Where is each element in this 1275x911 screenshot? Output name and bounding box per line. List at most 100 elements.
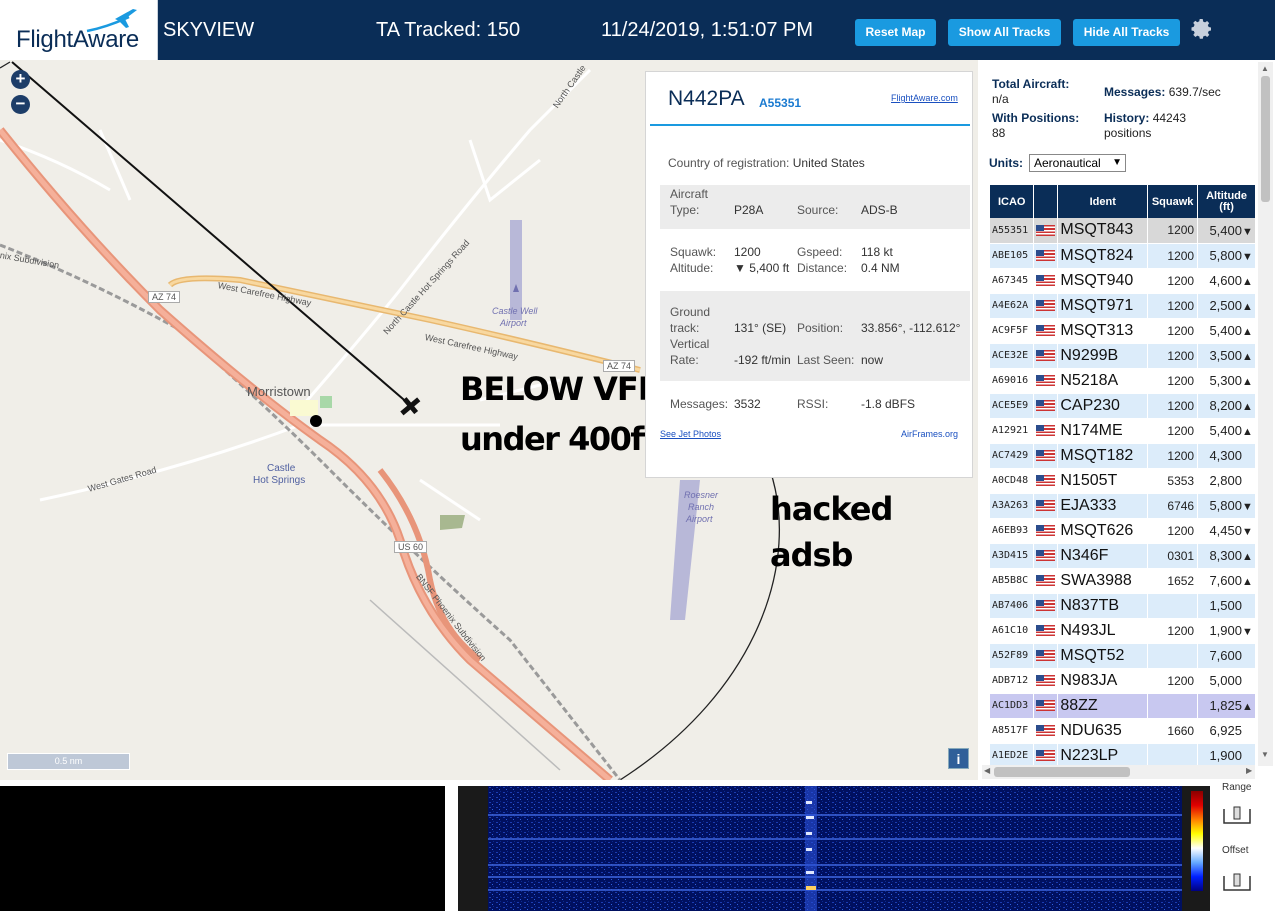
zoom-in-button[interactable]: + [11,70,30,89]
table-row[interactable]: AB5B8C SWA3988 1652 7,600▲ [990,568,1256,594]
cell-ident: 88ZZ [1057,693,1149,719]
cell-squawk: 1200 [1147,393,1199,419]
cell-flag [1033,368,1059,394]
scroll-right-arrow-icon[interactable]: ▶ [1246,766,1252,775]
column-header-icao[interactable]: ICAO [990,185,1035,218]
airframes-link[interactable]: AirFrames.org [901,429,958,439]
scroll-up-arrow-icon[interactable]: ▲ [1261,64,1269,73]
range-label: Range [1222,782,1252,793]
cell-altitude: 5,300▲ [1197,368,1256,394]
vertical-scroll-thumb[interactable] [1261,76,1270,202]
table-row[interactable]: A55351 MSQT843 1200 5,400▼ [990,218,1256,244]
info-button[interactable]: i [948,748,969,769]
units-select[interactable]: Aeronautical ▼ [1029,154,1126,172]
aircraft-info-popup: N442PA A55351 FlightAware.com Country of… [645,71,973,478]
column-header-ident[interactable]: Ident [1057,185,1149,218]
cell-squawk: 1200 [1147,318,1199,344]
cell-squawk: 1652 [1147,568,1199,594]
distance-label: Distance: [797,261,848,275]
table-row[interactable]: A3A263 EJA333 6746 5,800▼ [990,493,1256,519]
table-row[interactable]: AC1DD3 88ZZ 1,825▲ [990,693,1256,719]
horizontal-scroll-thumb[interactable] [994,767,1130,777]
cell-squawk: 1200 [1147,368,1199,394]
table-row[interactable]: A69016 N5218A 1200 5,300▲ [990,368,1256,394]
flightaware-logo[interactable]: FlightAware [0,0,158,60]
cell-altitude: 8,200▲ [1197,393,1256,419]
cell-squawk: 1200 [1147,293,1199,319]
cell-altitude: 5,400▼ [1197,218,1256,244]
us-flag-icon [1036,399,1056,411]
table-row[interactable]: A52F89 MSQT52 7,600 [990,643,1256,669]
table-row[interactable]: AC7429 MSQT182 1200 4,300 [990,443,1256,469]
altitude-trend-icon: ▲ [1242,276,1253,288]
table-row[interactable]: ABE105 MSQT824 1200 5,800▼ [990,243,1256,269]
offset-label: Offset [1222,845,1249,856]
show-all-tracks-button[interactable]: Show All Tracks [948,19,1061,46]
flightaware-link[interactable]: FlightAware.com [891,93,958,103]
table-row[interactable]: A67345 MSQT940 1200 4,600▲ [990,268,1256,294]
receiver-location-icon [310,415,322,427]
table-row[interactable]: A6EB93 MSQT626 1200 4,450▼ [990,518,1256,544]
table-row[interactable]: A12921 N174ME 1200 5,400▲ [990,418,1256,444]
table-row[interactable]: A4E62A MSQT971 1200 2,500▲ [990,293,1256,319]
popup-hex-code[interactable]: A55351 [759,96,801,110]
cell-altitude: 5,400▲ [1197,418,1256,444]
annotation-hacked: hacked [770,490,893,528]
column-header-flag[interactable] [1033,185,1059,218]
aircraft-type-value: P28A [734,203,764,217]
cell-flag [1033,468,1059,494]
cell-altitude: 2,800 [1197,468,1256,494]
table-row[interactable]: ACE5E9 CAP230 1200 8,200▲ [990,393,1256,419]
altitude-trend-icon: ▼ [1242,626,1253,638]
us-flag-icon [1036,249,1056,261]
tracked-count: TA Tracked: 150 [376,19,521,41]
column-header-altitude[interactable]: Altitude (ft) [1197,185,1256,218]
table-row[interactable]: A61C10 N493JL 1200 1,900▼ [990,618,1256,644]
cell-ident: MSQT52 [1057,643,1149,669]
table-row[interactable]: AC9F5F MSQT313 1200 5,400▲ [990,318,1256,344]
column-header-squawk[interactable]: Squawk [1147,185,1199,218]
altitude-trend-icon: ▲ [1242,401,1253,413]
table-row[interactable]: A0CD48 N1505T 5353 2,800 [990,468,1256,494]
cell-flag [1033,343,1059,369]
offset-slider[interactable] [1222,872,1252,894]
table-row[interactable]: ADB712 N983JA 1200 5,000 [990,668,1256,694]
altitude-header-unit: (ft) [1219,200,1234,213]
aircraft-type-label-1: Aircraft [670,187,709,201]
cell-flag [1033,593,1059,619]
annotation-adsb: adsb [770,536,853,574]
reset-map-button[interactable]: Reset Map [855,19,936,46]
spectrum-blank-area [0,786,445,911]
cell-flag [1033,318,1059,344]
us-flag-icon [1036,599,1056,611]
table-row[interactable]: AB7406 N837TB 1,500 [990,593,1256,619]
us-flag-icon [1036,424,1056,436]
scroll-down-arrow-icon[interactable]: ▼ [1261,750,1269,759]
cell-icao: A0CD48 [990,468,1035,494]
table-row[interactable]: A3D415 N346F 0301 8,300▲ [990,543,1256,569]
gear-icon[interactable] [1190,17,1214,41]
altitude-value: 6,925 [1209,723,1242,738]
hide-all-tracks-button[interactable]: Hide All Tracks [1073,19,1180,46]
cell-altitude: 7,600▲ [1197,568,1256,594]
zoom-out-button[interactable]: − [11,95,30,114]
cell-altitude: 1,900▼ [1197,618,1256,644]
table-row[interactable]: A8517F NDU635 1660 6,925 [990,718,1256,744]
units-label: Units: [989,156,1023,170]
altitude-trend-icon: ▼ [1242,251,1253,263]
altitude-value: 4,300 [1209,448,1242,463]
scroll-left-arrow-icon[interactable]: ◀ [984,766,990,775]
altitude-value: 2,500 [1209,298,1242,313]
altitude-trend-icon: ▲ [1242,551,1253,563]
range-slider[interactable] [1222,805,1252,827]
cell-icao: A55351 [990,218,1035,244]
cell-flag [1033,218,1059,244]
cell-squawk: 1200 [1147,268,1199,294]
altitude-trend-icon: ▲ [1242,426,1253,438]
cell-altitude: 5,400▲ [1197,318,1256,344]
cell-squawk: 1200 [1147,443,1199,469]
table-row[interactable]: ACE32E N9299B 1200 3,500▲ [990,343,1256,369]
jet-photos-link[interactable]: See Jet Photos [660,429,721,439]
cell-icao: A4E62A [990,293,1035,319]
messages-rate-value: 639.7/sec [1168,85,1221,99]
